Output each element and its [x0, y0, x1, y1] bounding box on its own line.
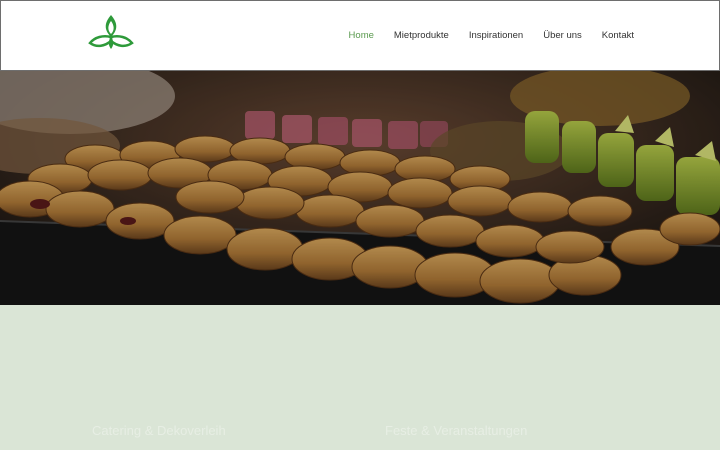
main-navigation: Home Mietprodukte Inspirationen Über uns… [349, 26, 634, 46]
intro-section: Catering & Dekoverleih Feste & Veranstal… [0, 305, 720, 450]
nav-inspirationen[interactable]: Inspirationen [469, 26, 523, 46]
pastries-photo [0, 71, 720, 305]
hero-image [0, 71, 720, 305]
lotus-logo-icon[interactable] [87, 13, 135, 53]
nav-kontakt[interactable]: Kontakt [602, 26, 634, 46]
nav-mietprodukte[interactable]: Mietprodukte [394, 26, 449, 46]
nav-home[interactable]: Home [349, 26, 374, 46]
section-heading-right: Feste & Veranstaltungen [385, 423, 528, 438]
section-heading-left: Catering & Dekoverleih [92, 423, 226, 438]
nav-ueber-uns[interactable]: Über uns [543, 26, 582, 46]
site-header: Home Mietprodukte Inspirationen Über uns… [0, 0, 720, 71]
